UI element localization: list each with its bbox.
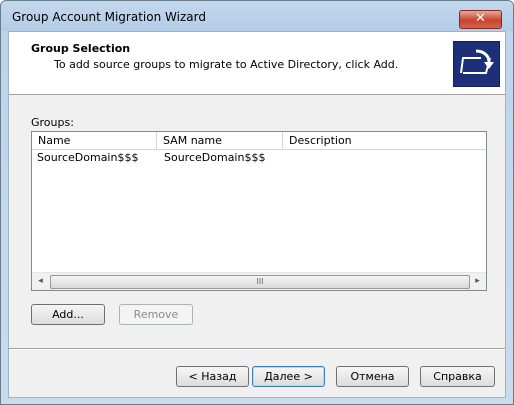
column-header-description[interactable]: Description [283, 132, 486, 149]
title-bar[interactable]: Group Account Migration Wizard ✕ [1, 1, 513, 31]
groups-list[interactable]: Name SAM name Description SourceDomain$$… [31, 131, 487, 291]
scroll-grip-icon: III [256, 277, 264, 286]
help-button[interactable]: Справка [420, 366, 495, 387]
window-title: Group Account Migration Wizard [12, 10, 206, 24]
back-button[interactable]: < Назад [176, 366, 249, 387]
scroll-thumb[interactable]: III [50, 275, 470, 289]
row-name: SourceDomain$$$ [37, 151, 139, 164]
column-header-sam-name[interactable]: SAM name [157, 132, 283, 149]
scroll-left-icon[interactable]: ◂ [32, 273, 49, 290]
row-description [285, 150, 290, 166]
close-button[interactable]: ✕ [459, 10, 502, 29]
footer-divider [9, 348, 505, 350]
table-row[interactable]: SourceDomain$$$ SourceDomain$$$ [32, 150, 486, 166]
remove-button[interactable]: Remove [119, 304, 193, 325]
cancel-button[interactable]: Отмена [336, 366, 409, 387]
horizontal-scrollbar[interactable]: ◂ III ▸ [32, 272, 486, 290]
list-header: Name SAM name Description [32, 132, 486, 150]
close-icon: ✕ [475, 11, 486, 26]
groups-label: Groups: [31, 116, 74, 129]
wizard-window: Group Account Migration Wizard ✕ Group S… [0, 0, 514, 405]
row-sam-name: SourceDomain$$$ [164, 151, 266, 164]
next-button[interactable]: Далее > [252, 366, 325, 387]
page-title: Group Selection [31, 42, 131, 55]
migration-arrow-icon [453, 41, 500, 87]
wizard-body: Group Selection To add source groups to … [8, 31, 506, 398]
wizard-header: Group Selection To add source groups to … [9, 32, 505, 95]
scroll-right-icon[interactable]: ▸ [469, 273, 486, 290]
add-button[interactable]: Add... [31, 304, 105, 325]
column-header-name[interactable]: Name [32, 132, 157, 149]
page-subtitle: To add source groups to migrate to Activ… [54, 58, 399, 71]
